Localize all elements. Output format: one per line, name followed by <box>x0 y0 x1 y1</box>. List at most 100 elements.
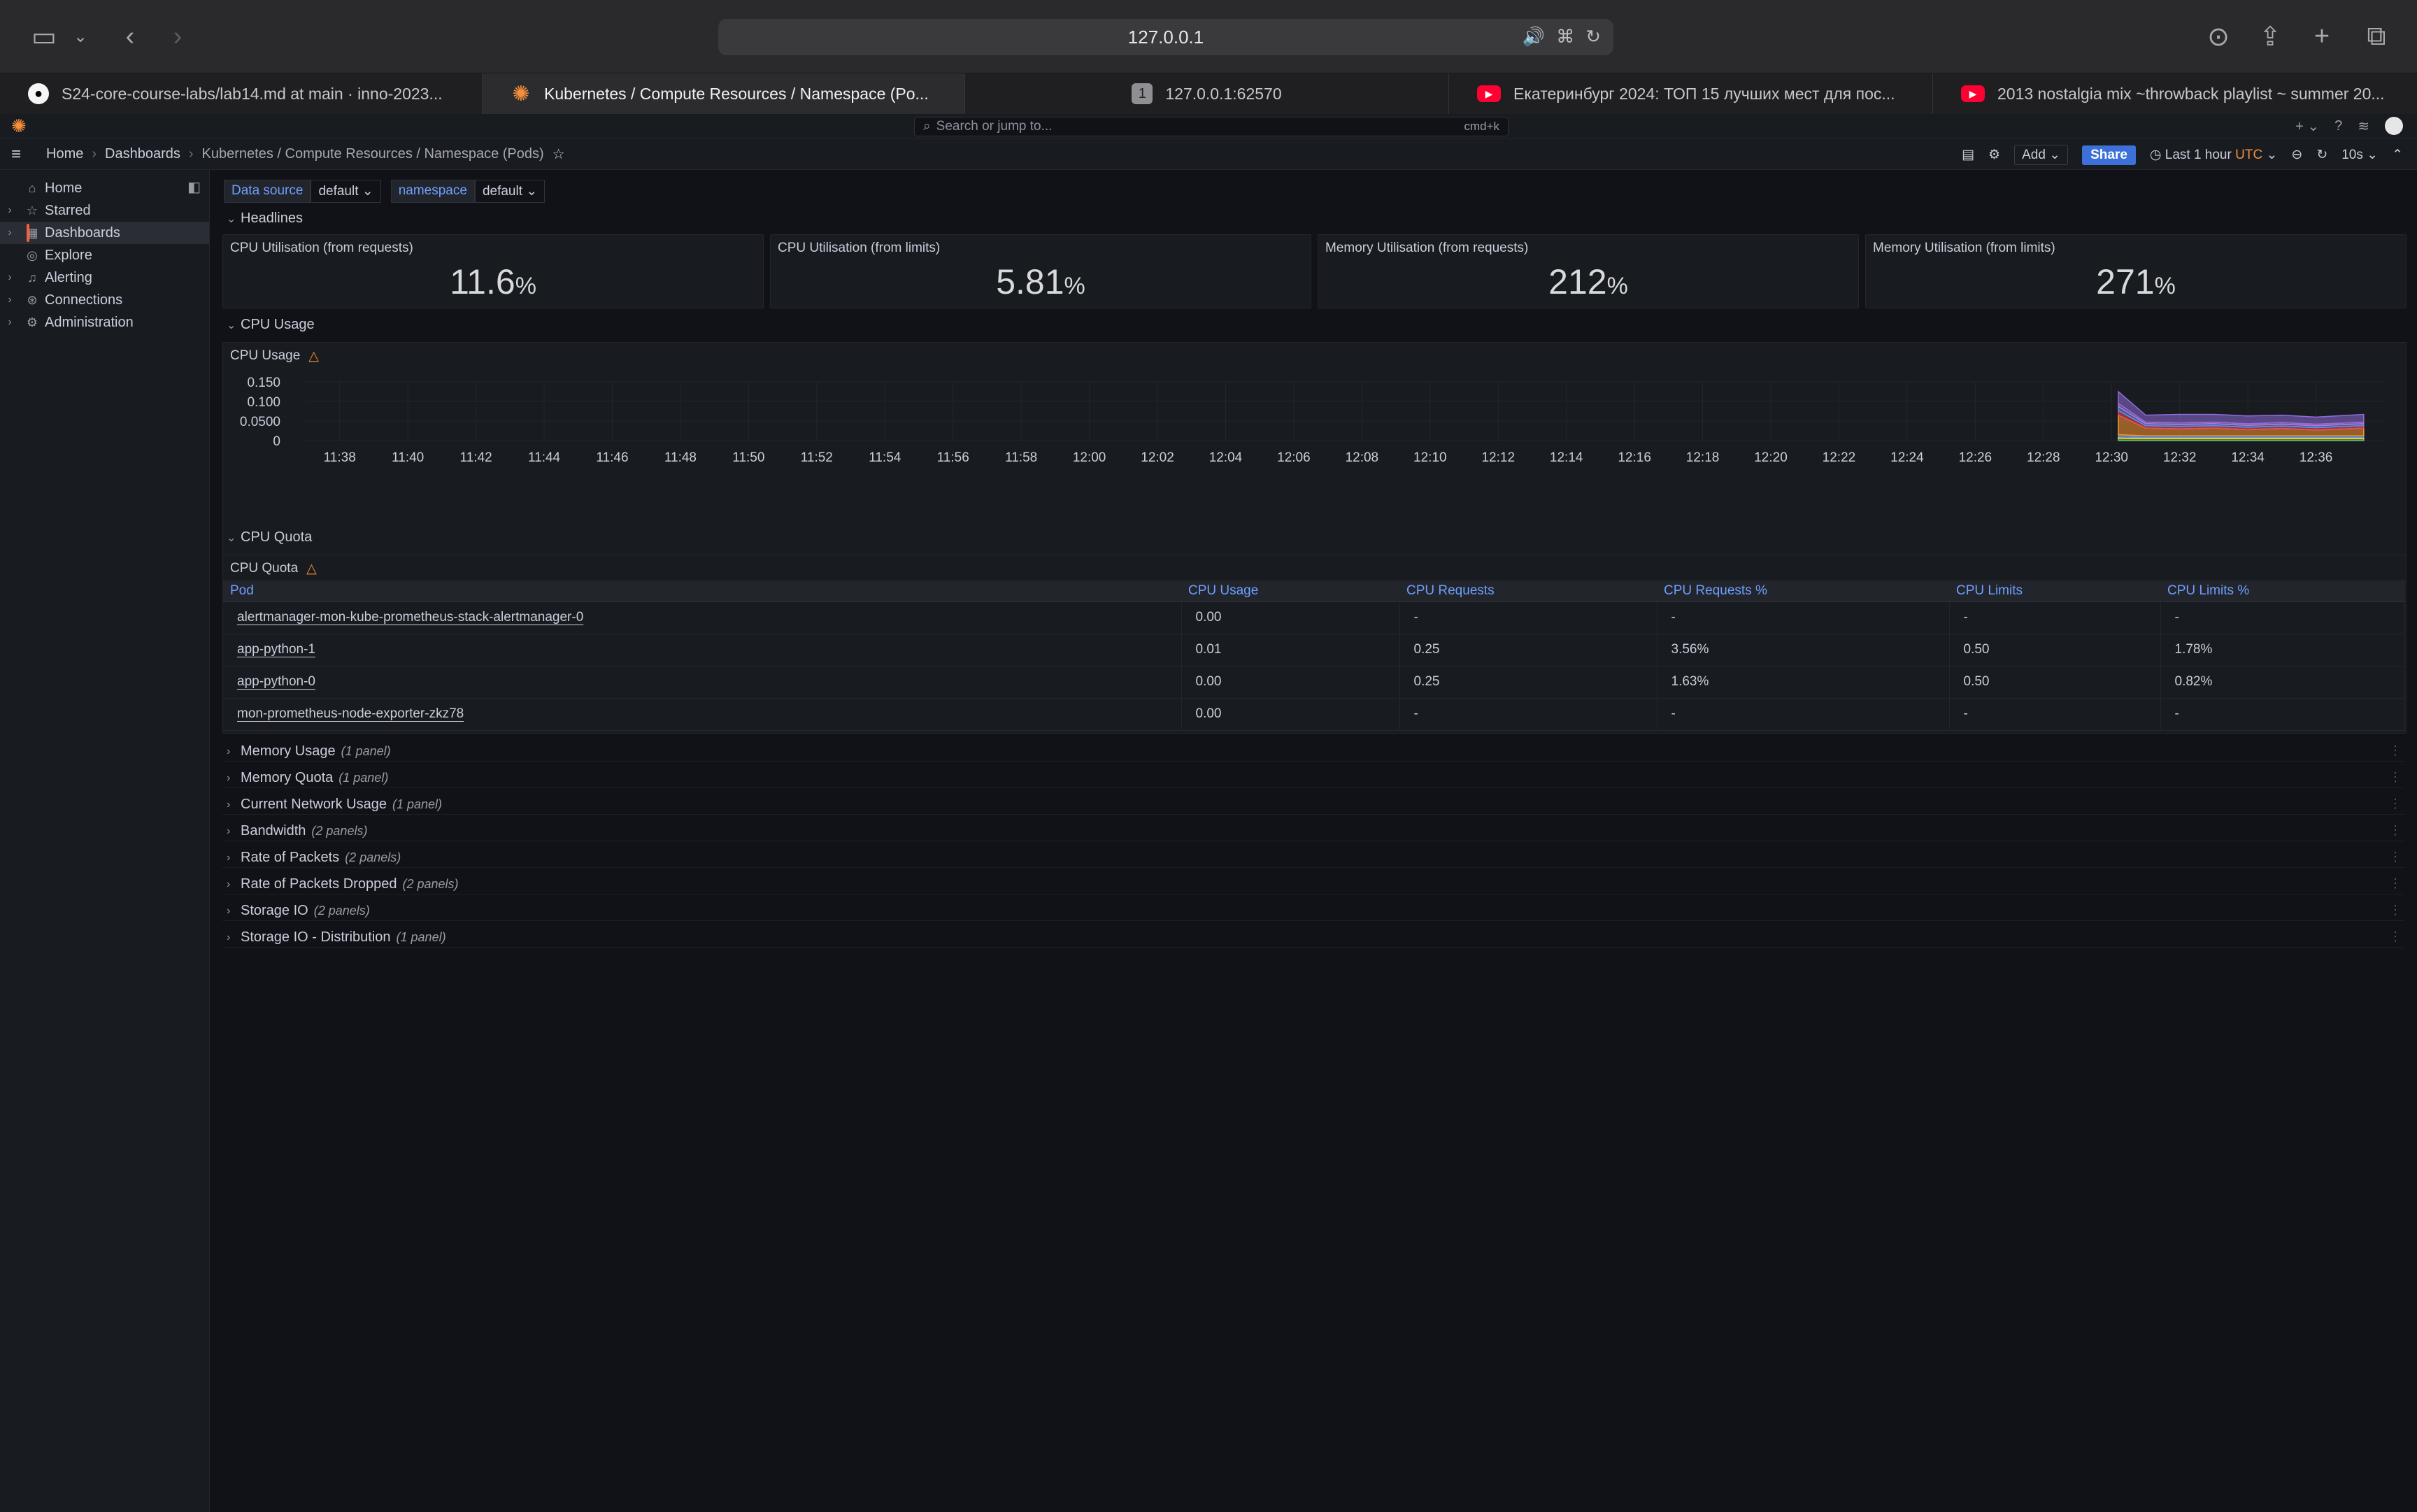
forward-icon[interactable]: › <box>165 20 190 53</box>
breadcrumb-home[interactable]: Home <box>46 146 83 162</box>
share-icon[interactable]: ⇪ <box>2256 20 2284 53</box>
table-cell: 3.56% <box>1657 634 1950 666</box>
collapsed-row[interactable]: › Current Network Usage (1 panel) ⋮ <box>222 794 2404 815</box>
collapsed-row[interactable]: › Memory Usage (1 panel) ⋮ <box>222 741 2404 762</box>
x-tick-label: 12:14 <box>1550 450 1583 465</box>
variable-datasource[interactable]: Data source default ⌄ <box>224 180 381 203</box>
table-cell: 0.01 <box>1181 634 1400 666</box>
time-range-picker[interactable]: ◷ Last 1 hour UTC ⌄ <box>2150 147 2277 163</box>
table-cell: - <box>1657 698 1950 731</box>
grafana-logo-icon[interactable]: ✺ <box>11 117 29 135</box>
pod-link[interactable]: app-python-1 <box>223 634 1182 666</box>
chevron-right-icon: › <box>8 271 12 283</box>
add-button[interactable]: Add ⌄ <box>2014 145 2069 165</box>
drag-handle-icon[interactable]: ⋮ <box>2389 850 2402 864</box>
variable-namespace[interactable]: namespace default ⌄ <box>390 180 546 203</box>
sidebar-item-dashboards[interactable]: › ▦ Dashboards <box>0 222 209 244</box>
table-cell: 1.63% <box>1657 666 1950 699</box>
settings-icon[interactable]: ⚙ <box>1988 147 2000 163</box>
share-button[interactable]: Share <box>2082 145 2136 165</box>
stat-panel-memory-limits[interactable]: Memory Utilisation (from limits) 271% <box>1865 234 2407 308</box>
url-bar[interactable]: 127.0.0.1 🔊 ⌘ ↻ <box>718 19 1613 55</box>
drag-handle-icon[interactable]: ⋮ <box>2389 823 2402 838</box>
new-tab-icon[interactable]: + <box>2308 20 2336 53</box>
pod-link[interactable]: mon-prometheus-node-exporter-zkz78 <box>223 698 1182 731</box>
sidebar-item-connections[interactable]: › ⊛ Connections <box>0 289 209 311</box>
refresh-interval-picker[interactable]: 10s ⌄ <box>2341 147 2378 163</box>
y-tick-label: 0.150 <box>247 376 280 390</box>
refresh-icon[interactable]: ↻ <box>2316 147 2327 163</box>
menu-icon[interactable]: ≡ <box>11 145 32 164</box>
search-icon: ⌕ <box>923 119 931 134</box>
warning-icon: △ <box>308 349 319 364</box>
tab-bar: ● S24-core-course-labs/lab14.md at main … <box>0 73 2417 114</box>
drag-handle-icon[interactable]: ⋮ <box>2389 743 2402 758</box>
tab-localhost[interactable]: 1 127.0.0.1:62570 <box>965 73 1449 114</box>
drag-handle-icon[interactable]: ⋮ <box>2389 876 2402 891</box>
sidebar-item-home[interactable]: ⌂ Home <box>0 177 209 199</box>
column-header[interactable]: CPU Requests % <box>1657 580 1949 602</box>
back-icon[interactable]: ‹ <box>117 20 143 53</box>
help-icon[interactable]: ? <box>2334 118 2342 134</box>
table-cell: - <box>1657 601 1950 634</box>
row-cpu-usage[interactable]: ⌄ CPU Usage <box>227 317 315 333</box>
search-input[interactable]: ⌕ Search or jump to... cmd+k <box>914 117 1509 136</box>
new-icon[interactable]: + ⌄ <box>2295 117 2319 135</box>
sidebar-item-alerting[interactable]: › ♫ Alerting <box>0 266 209 289</box>
row-title: Storage IO - Distribution <box>241 929 391 945</box>
variables-bar: Data source default ⌄ namespace default … <box>224 180 546 203</box>
column-header[interactable]: CPU Requests <box>1399 580 1657 602</box>
chevron-down-icon[interactable]: ⌄ <box>70 20 91 53</box>
sidebar-item-administration[interactable]: › ⚙ Administration <box>0 311 209 334</box>
x-tick-label: 12:10 <box>1413 450 1447 465</box>
collapsed-row[interactable]: › Rate of Packets (2 panels) ⋮ <box>222 847 2404 868</box>
drag-handle-icon[interactable]: ⋮ <box>2389 797 2402 811</box>
tab-github[interactable]: ● S24-core-course-labs/lab14.md at main … <box>0 73 483 114</box>
collapsed-row[interactable]: › Rate of Packets Dropped (2 panels) ⋮ <box>222 873 2404 894</box>
drag-handle-icon[interactable]: ⋮ <box>2389 929 2402 944</box>
zoom-out-icon[interactable]: ⊖ <box>2291 147 2302 163</box>
stat-panel-memory-requests[interactable]: Memory Utilisation (from requests) 212% <box>1318 234 1859 308</box>
cpu-quota-title: CPU Quota <box>230 561 299 576</box>
column-header[interactable]: Pod <box>223 580 1181 602</box>
download-icon[interactable]: ⊙ <box>2204 20 2232 53</box>
row-cpu-quota[interactable]: ⌄ CPU Quota <box>227 529 312 545</box>
audio-icon[interactable]: 🔊 <box>1523 26 1545 48</box>
collapsed-row[interactable]: › Bandwidth (2 panels) ⋮ <box>222 820 2404 841</box>
stat-panel-cpu-limits[interactable]: CPU Utilisation (from limits) 5.81% <box>770 234 1311 308</box>
tab-youtube-2[interactable]: ▶ 2013 nostalgia mix ~throwback playlist… <box>1933 73 2417 114</box>
sidebar-item-explore[interactable]: ◎ Explore <box>0 244 209 266</box>
table-cell: 0.82% <box>2160 666 2405 699</box>
collapsed-row[interactable]: › Storage IO (2 panels) ⋮ <box>222 900 2404 921</box>
table-cell: 0.50 <box>1949 634 2161 666</box>
breadcrumb-dashboards[interactable]: Dashboards <box>105 146 180 162</box>
sidebar-toggle-icon[interactable]: ▭ <box>27 20 62 53</box>
tab-youtube-1[interactable]: ▶ Екатеринбург 2024: ТОП 15 лучших мест … <box>1449 73 1933 114</box>
tab-overview-icon[interactable]: ⧉ <box>2362 20 2390 53</box>
row-headlines[interactable]: ⌄ Headlines <box>227 211 303 227</box>
avatar[interactable] <box>2385 117 2403 135</box>
collapsed-row[interactable]: › Memory Quota (1 panel) ⋮ <box>222 767 2404 788</box>
pod-link[interactable]: alertmanager-mon-kube-prometheus-stack-a… <box>223 601 1182 634</box>
column-header[interactable]: CPU Limits % <box>2160 580 2405 602</box>
tab-grafana[interactable]: ✺ Kubernetes / Compute Resources / Names… <box>483 73 965 114</box>
column-header[interactable]: CPU Usage <box>1181 580 1399 602</box>
drag-handle-icon[interactable]: ⋮ <box>2389 770 2402 785</box>
save-icon[interactable]: ▤ <box>1962 147 1974 163</box>
news-icon[interactable]: ≋ <box>2358 117 2369 135</box>
number-badge: 1 <box>1132 83 1153 104</box>
reload-icon[interactable]: ↻ <box>1585 26 1601 48</box>
drag-handle-icon[interactable]: ⋮ <box>2389 903 2402 918</box>
stat-panel-cpu-requests[interactable]: CPU Utilisation (from requests) 11.6% <box>222 234 764 308</box>
pod-link[interactable]: app-python-0 <box>223 666 1182 699</box>
x-tick-label: 11:46 <box>596 450 628 465</box>
collapsed-row[interactable]: › Storage IO - Distribution (1 panel) ⋮ <box>222 927 2404 948</box>
translate-icon[interactable]: ⌘ <box>1556 26 1574 48</box>
cpu-quota-panel[interactable]: CPU Quota △ Pod CPU Usage CPU Requests C… <box>222 555 2407 734</box>
collapse-icon[interactable]: ⌃ <box>2392 147 2403 163</box>
sidebar-item-starred[interactable]: › ☆ Starred <box>0 199 209 222</box>
column-header[interactable]: CPU Limits <box>1949 580 2160 602</box>
gear-icon: ⚙ <box>26 315 38 329</box>
table-cell: 0.25 <box>1399 666 1657 699</box>
star-icon[interactable]: ☆ <box>552 145 565 163</box>
